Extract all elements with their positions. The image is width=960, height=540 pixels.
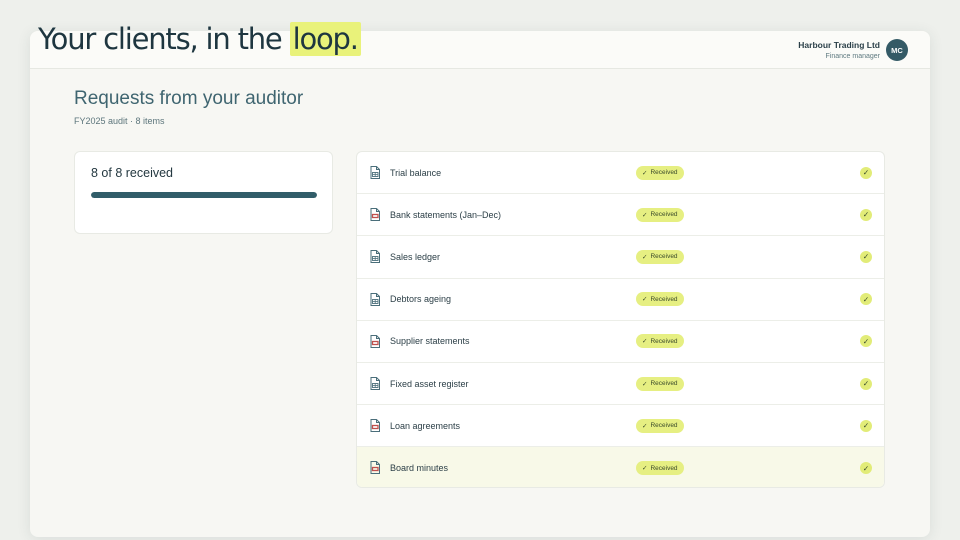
spreadsheet-doc-icon (370, 376, 380, 390)
check-icon: ✓ (642, 422, 648, 430)
request-list: Trial balance ✓ Received ✓ Bank statements (… (356, 151, 885, 488)
check-circle-icon: ✓ (860, 250, 872, 263)
check-circle-icon: ✓ (860, 377, 872, 390)
request-label: Debtors ageing (390, 294, 452, 305)
request-label: Supplier statements (390, 336, 470, 347)
spreadsheet-doc-icon (370, 250, 380, 264)
status-badge: ✓ Received (636, 249, 684, 264)
check-circle-icon: ✓ (860, 462, 872, 475)
check-circle-icon: ✓ (860, 335, 872, 348)
check-icon: ✓ (642, 253, 648, 261)
check-icon: ✓ (642, 211, 648, 219)
request-row[interactable]: Loan agreements ✓ Received ✓ (357, 405, 884, 448)
app-window: Harbour Trading Ltd Finance manager MC R… (30, 31, 930, 537)
request-label: Loan agreements (390, 420, 461, 431)
status-badge: ✓ Received (636, 165, 684, 180)
request-row[interactable]: Debtors ageing ✓ Received ✓ (357, 279, 884, 321)
request-row[interactable]: Trial balance ✓ Received ✓ (357, 152, 884, 195)
progress-bar-fill (91, 192, 317, 198)
org-name: Harbour Trading Ltd (798, 40, 880, 50)
org-role: Finance manager (825, 53, 880, 60)
check-icon: ✓ (642, 380, 648, 388)
request-row[interactable]: Sales ledger ✓ Received ✓ (357, 236, 884, 279)
request-row[interactable]: Bank statements (Jan–Dec) ✓ Received ✓ (357, 194, 884, 237)
avatar[interactable]: MC (886, 39, 908, 61)
spreadsheet-doc-icon (370, 166, 380, 179)
check-icon: ✓ (642, 296, 648, 304)
request-label: Board minutes (390, 463, 449, 474)
status-text: Received (650, 422, 678, 430)
check-circle-icon: ✓ (860, 293, 872, 306)
check-circle-icon: ✓ (860, 208, 872, 221)
pdf-doc-icon (370, 461, 380, 475)
status-text: Received (650, 169, 678, 177)
spreadsheet-doc-icon (370, 292, 380, 306)
request-row[interactable]: Supplier statements ✓ Received ✓ (357, 321, 884, 363)
page-subtitle: FY2025 audit · 8 items (74, 116, 165, 126)
status-badge: ✓ Received (636, 376, 684, 391)
check-icon: ✓ (642, 169, 648, 177)
page-title: Requests from your auditor (74, 88, 304, 109)
progress-text: 8 of 8 received (91, 166, 173, 180)
check-circle-icon: ✓ (860, 419, 872, 432)
request-label: Trial balance (390, 167, 442, 178)
headline-highlight: loop. (289, 22, 361, 56)
org-info[interactable]: Harbour Trading Ltd Finance manager (798, 40, 880, 60)
status-badge: ✓ Received (636, 207, 684, 222)
pdf-doc-icon (370, 419, 380, 433)
headline-text: Your clients, in the (38, 22, 290, 56)
status-text: Received (650, 337, 678, 345)
request-label: Bank statements (Jan–Dec) (390, 209, 502, 220)
status-text: Received (650, 464, 678, 472)
marketing-headline: Your clients, in the loop. (38, 22, 361, 56)
progress-card: 8 of 8 received (74, 151, 333, 234)
status-badge: ✓ Received (636, 292, 684, 307)
check-icon: ✓ (642, 338, 648, 346)
pdf-doc-icon (370, 208, 380, 222)
status-badge: ✓ Received (636, 334, 684, 349)
check-circle-icon: ✓ (860, 166, 872, 179)
progress-bar (91, 192, 317, 198)
request-row[interactable]: Board minutes ✓ Received ✓ (357, 447, 884, 487)
request-label: Sales ledger (390, 251, 441, 262)
status-badge: ✓ Received (636, 418, 684, 433)
request-row[interactable]: Fixed asset register ✓ Received ✓ (357, 363, 884, 406)
status-text: Received (650, 253, 678, 261)
request-label: Fixed asset register (390, 378, 469, 389)
pdf-doc-icon (370, 334, 380, 348)
status-text: Received (650, 211, 678, 219)
status-text: Received (650, 380, 678, 388)
check-icon: ✓ (642, 465, 648, 473)
status-badge: ✓ Received (636, 461, 684, 476)
status-text: Received (650, 295, 678, 303)
